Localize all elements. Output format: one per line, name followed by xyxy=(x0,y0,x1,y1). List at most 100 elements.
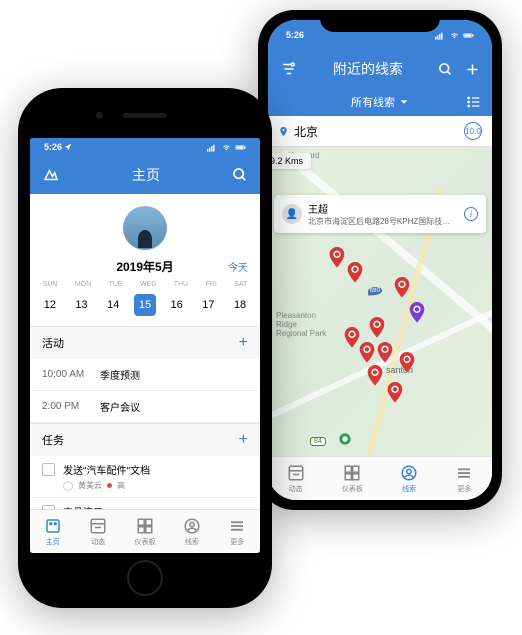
task-checkbox[interactable] xyxy=(42,463,55,476)
location-row[interactable]: 北京 10.0 xyxy=(268,116,492,147)
event-row[interactable]: 10:00 AM 季度预测 xyxy=(30,359,260,391)
weekdays: SUN MON TUE WED THU FRI SAT xyxy=(30,279,260,290)
activities-title: 活动 xyxy=(42,335,64,351)
profile-avatar[interactable] xyxy=(123,206,167,250)
status-bar-8: 5:26 xyxy=(30,138,260,156)
task-owner: 黄美云 xyxy=(78,480,102,491)
feed-icon xyxy=(89,517,107,535)
add-icon[interactable] xyxy=(465,62,480,77)
home-icon xyxy=(44,517,62,535)
wifi-icon xyxy=(221,142,232,153)
location-city: 北京 xyxy=(294,123,318,140)
notch xyxy=(320,10,440,32)
map-view[interactable]: Hayward Pleasanton Ridge Regional Park s… xyxy=(268,147,492,487)
radius-badge[interactable]: 10.0 xyxy=(464,122,482,140)
map-pin[interactable] xyxy=(393,277,411,299)
date-cell[interactable]: 12 xyxy=(39,294,61,316)
screen-8: 5:26 主页 2019年5月 今天 SUN MON TUE WED THU F… xyxy=(30,138,260,553)
current-location-icon xyxy=(338,432,352,446)
tabbar-8: 主页 动态 仪表板 线索 更多 xyxy=(30,509,260,553)
tasks-title: 任务 xyxy=(42,432,64,448)
weekday: THU xyxy=(174,281,188,288)
map-pin[interactable] xyxy=(368,317,386,339)
tab-dashboard[interactable]: 仪表板 xyxy=(342,464,363,494)
leads-icon xyxy=(400,464,418,482)
task-row[interactable]: 发送"汽车配件"文档 黄美云 高 xyxy=(30,456,260,498)
today-button[interactable]: 今天 xyxy=(228,259,248,274)
lead-info-card[interactable]: 👤 王超 北京市海淀区后电路28号KPHZ国际技术转移… i xyxy=(274,195,486,233)
location-arrow-icon xyxy=(64,143,72,151)
map-pin[interactable] xyxy=(328,247,346,269)
activities-section: 活动 + 10:00 AM 季度预测 2:00 PM 客户会议 xyxy=(30,326,260,423)
weekday: FRI xyxy=(206,281,217,288)
add-activity-button[interactable]: + xyxy=(239,334,248,352)
lead-avatar: 👤 xyxy=(282,204,302,224)
date-cell[interactable]: 14 xyxy=(102,294,124,316)
month-label[interactable]: 2019年5月 xyxy=(116,258,173,275)
task-title: 发送"汽车配件"文档 xyxy=(63,462,150,477)
filter-icon[interactable] xyxy=(280,60,298,78)
map-pin[interactable] xyxy=(366,365,384,387)
weekday: MON xyxy=(75,281,91,288)
subheader-x[interactable]: 所有线索 xyxy=(268,88,492,116)
map-pin[interactable] xyxy=(386,382,404,404)
phone-x-frame: 5:26 附近的线索 所有线索 北京 10.0 xyxy=(258,10,502,510)
tab-feed[interactable]: 动态 xyxy=(287,464,305,494)
event-time: 10:00 AM xyxy=(42,369,90,380)
date-cell[interactable]: 17 xyxy=(197,294,219,316)
date-row: 12 13 14 15 16 17 18 xyxy=(30,290,260,326)
list-view-icon[interactable] xyxy=(466,94,482,110)
header-title-8: 主页 xyxy=(132,165,160,185)
dashboard-icon xyxy=(136,517,154,535)
more-icon xyxy=(228,517,246,535)
search-icon[interactable] xyxy=(232,167,248,183)
battery-icon xyxy=(235,142,246,153)
signal-icon xyxy=(435,30,446,41)
battery-icon xyxy=(463,30,474,41)
tab-more[interactable]: 更多 xyxy=(228,517,246,547)
signal-icon xyxy=(207,142,218,153)
header-title-x: 附近的线索 xyxy=(333,59,403,79)
tab-dashboard[interactable]: 仪表板 xyxy=(134,517,155,547)
event-time: 2:00 PM xyxy=(42,401,90,412)
status-time-8: 5:26 xyxy=(44,142,62,152)
tab-home[interactable]: 主页 xyxy=(44,517,62,547)
header-8: 主页 xyxy=(30,156,260,194)
home-button[interactable] xyxy=(127,560,163,596)
search-icon[interactable] xyxy=(438,62,453,77)
lead-name: 王超 xyxy=(308,201,458,216)
tasks-head: 任务 + xyxy=(30,424,260,456)
priority-dot-icon xyxy=(107,483,112,488)
logo-icon[interactable] xyxy=(42,166,60,184)
date-cell[interactable]: 16 xyxy=(166,294,188,316)
chevron-down-icon xyxy=(399,97,409,107)
date-cell[interactable]: 18 xyxy=(229,294,251,316)
location-pin-icon xyxy=(278,126,289,137)
screen-x: 5:26 附近的线索 所有线索 北京 10.0 xyxy=(268,20,492,500)
tab-feed[interactable]: 动态 xyxy=(89,517,107,547)
map-label-pleasanton: Pleasanton Ridge Regional Park xyxy=(276,312,326,338)
tab-leads[interactable]: 线索 xyxy=(400,464,418,494)
highway-84: 84 xyxy=(310,437,326,446)
date-cell-selected[interactable]: 15 xyxy=(134,294,156,316)
event-title: 客户会议 xyxy=(100,399,140,414)
tab-leads[interactable]: 线索 xyxy=(183,517,201,547)
map-pin[interactable] xyxy=(398,352,416,374)
dashboard-icon xyxy=(343,464,361,482)
info-icon[interactable]: i xyxy=(464,207,478,221)
date-cell[interactable]: 13 xyxy=(71,294,93,316)
leads-icon xyxy=(183,517,201,535)
profile-section xyxy=(30,194,260,254)
map-pin[interactable] xyxy=(376,342,394,364)
more-icon xyxy=(455,464,473,482)
event-row[interactable]: 2:00 PM 客户会议 xyxy=(30,391,260,423)
map-pin[interactable] xyxy=(358,342,376,364)
map-pin[interactable] xyxy=(408,302,426,324)
tab-more[interactable]: 更多 xyxy=(455,464,473,494)
add-task-button[interactable]: + xyxy=(239,431,248,449)
map-pin[interactable] xyxy=(346,262,364,284)
weekday: SAT xyxy=(234,281,247,288)
status-time: 5:26 xyxy=(286,30,304,40)
camera xyxy=(96,112,103,119)
tabbar-x: 动态 仪表板 线索 更多 xyxy=(268,456,492,500)
